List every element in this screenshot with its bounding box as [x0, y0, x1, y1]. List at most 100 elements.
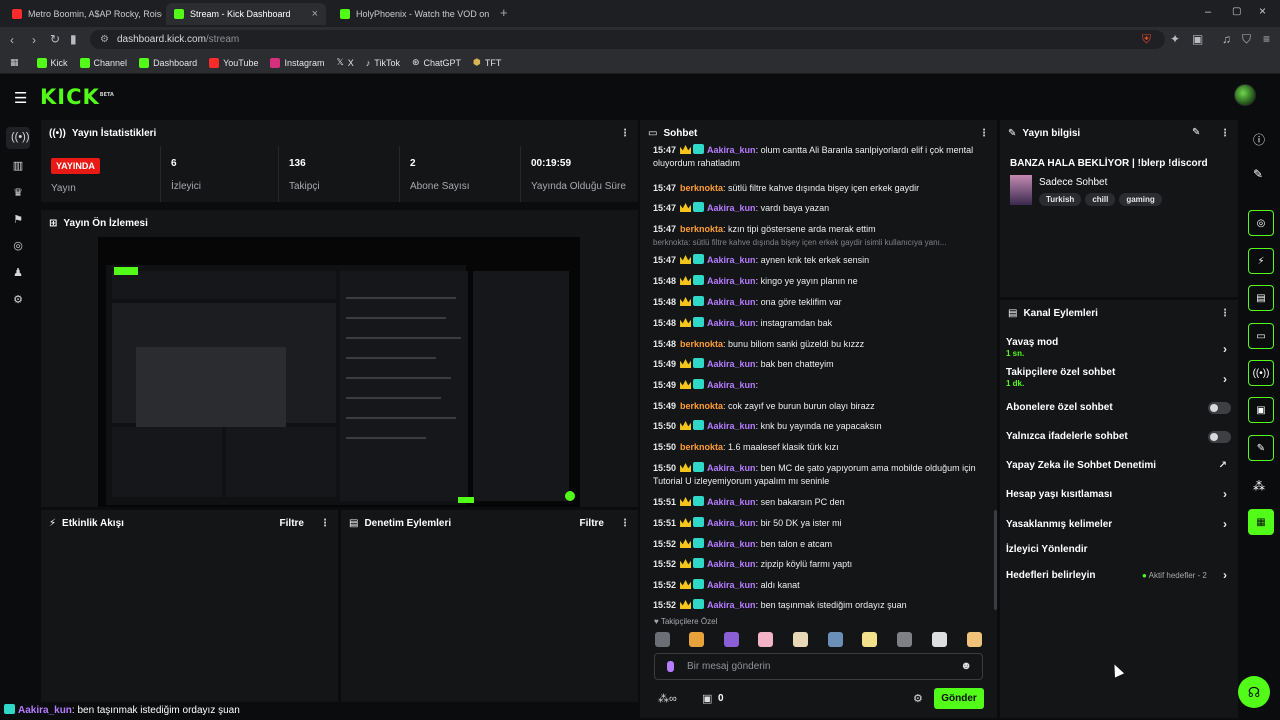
tag[interactable]: Turkish: [1039, 193, 1082, 206]
category-name[interactable]: Sadece Sohbet: [1039, 177, 1107, 188]
apps-grid-icon[interactable]: ▦: [10, 57, 19, 68]
chat-users-icon[interactable]: ⁂∞: [658, 692, 677, 705]
tab-holyphoenix[interactable]: HolyPhoenix - Watch the VOD on Kick: [332, 3, 492, 25]
action-account-age[interactable]: Hesap yaşı kısıtlaması ›: [1006, 487, 1231, 501]
filter-button[interactable]: Filtre: [580, 518, 604, 529]
bookmark-channel[interactable]: Channel: [79, 57, 127, 68]
action-ai-moderation[interactable]: Yapay Zeka ile Sohbet Denetimi ↗: [1006, 460, 1231, 471]
music-icon[interactable]: ♫: [1222, 32, 1231, 46]
bookmark-tft[interactable]: ⬢ TFT: [473, 57, 501, 68]
bookmark-dashboard[interactable]: Dashboard: [139, 57, 197, 68]
more-options-icon[interactable]: ⋮: [1220, 128, 1230, 139]
chat-username[interactable]: Aakira_kun: [707, 318, 756, 328]
emote-icon[interactable]: [724, 632, 739, 647]
chat-username[interactable]: Aakira_kun: [707, 497, 756, 507]
reply-preview[interactable]: berknokta: sütlü filtre kahve dışında bi…: [653, 238, 993, 247]
quick-actions-icon[interactable]: ⚡: [1248, 248, 1274, 274]
chat-username[interactable]: Aakira_kun: [707, 463, 756, 473]
hamburger-menu-icon[interactable]: ☰: [14, 89, 27, 107]
forward-icon[interactable]: ›: [32, 33, 36, 47]
more-options-icon[interactable]: ⋮: [1220, 308, 1230, 319]
stream-preview-video[interactable]: [98, 237, 580, 507]
tag[interactable]: chill: [1085, 193, 1116, 206]
emoji-picker-icon[interactable]: ☻: [960, 660, 972, 672]
bookmark-youtube[interactable]: YouTube: [209, 57, 258, 68]
moderation-log-icon[interactable]: ▣: [1248, 397, 1274, 423]
action-host-redirect[interactable]: İzleyici Yönlendir: [1006, 544, 1231, 555]
chat-username[interactable]: Aakira_kun: [707, 559, 756, 569]
add-widget-icon[interactable]: ▦: [1248, 509, 1274, 535]
chat-username[interactable]: Aakira_kun: [707, 539, 756, 549]
kick-logo[interactable]: KICKBETA: [40, 85, 114, 109]
extensions-icon[interactable]: ✦: [1170, 32, 1180, 46]
chat-username[interactable]: berknokta: [680, 183, 723, 193]
more-options-icon[interactable]: ⋮: [620, 128, 630, 139]
chat-username[interactable]: berknokta: [680, 442, 723, 452]
emote-icon[interactable]: [897, 632, 912, 647]
chat-username[interactable]: berknokta: [680, 224, 723, 234]
back-icon[interactable]: ‹: [10, 33, 14, 47]
chat-username[interactable]: Aakira_kun: [707, 255, 756, 265]
broadcast-toggle-icon[interactable]: ((•)): [1248, 360, 1274, 386]
settings-gear-icon[interactable]: ⚙: [11, 293, 25, 307]
moderation-icon[interactable]: ◎: [11, 239, 25, 253]
menu-icon[interactable]: ≡: [1263, 32, 1270, 46]
notes-icon[interactable]: ▤: [1248, 285, 1274, 311]
site-settings-icon[interactable]: ⚙: [100, 34, 109, 45]
emote-icon[interactable]: [828, 632, 843, 647]
trophy-icon[interactable]: ♛: [11, 186, 25, 200]
emotes-only-toggle[interactable]: [1208, 431, 1231, 443]
sidebar-icon[interactable]: ▣: [1192, 32, 1203, 46]
chat-username[interactable]: Aakira_kun: [707, 580, 756, 590]
minimize-icon[interactable]: –: [1205, 6, 1211, 18]
send-button[interactable]: Gönder: [934, 688, 984, 709]
chat-username[interactable]: Aakira_kun: [707, 380, 756, 390]
bookmark-kick[interactable]: Kick: [36, 57, 68, 68]
bookmark-x[interactable]: 𝕏X: [337, 57, 354, 68]
action-followers-only[interactable]: Takipçilere özel sohbet 1 dk. ›: [1006, 367, 1231, 391]
category-thumbnail[interactable]: [1010, 175, 1032, 205]
action-subscribers-only[interactable]: Abonelere özel sohbet: [1006, 402, 1231, 414]
chat-username[interactable]: Aakira_kun: [707, 359, 756, 369]
gift-icon[interactable]: ▣: [702, 692, 712, 705]
emote-icon[interactable]: [689, 632, 704, 647]
brave-shield-icon[interactable]: ⛨: [1142, 32, 1151, 47]
bookmark-tiktok[interactable]: ♪ TikTok: [366, 58, 400, 68]
analytics-icon[interactable]: ▥: [11, 159, 25, 173]
chat-settings-gear-icon[interactable]: ⚙: [913, 692, 923, 705]
action-slow-mode[interactable]: Yavaş mod 1 sn. ›: [1006, 337, 1231, 361]
emote-icon[interactable]: [655, 632, 670, 647]
more-options-icon[interactable]: ⋮: [979, 128, 989, 139]
bookmark-icon[interactable]: ▮: [70, 32, 77, 46]
action-set-goals[interactable]: Hedefleri belirleyin ● Aktif hedefler - …: [1006, 568, 1231, 582]
bookmark-chatgpt[interactable]: ⊛ ChatGPT: [412, 57, 461, 68]
vpn-icon[interactable]: ⛉: [1242, 32, 1251, 47]
emote-icon[interactable]: [758, 632, 773, 647]
stream-broadcast-icon[interactable]: ((•)): [11, 131, 30, 145]
tab-youtube[interactable]: Metro Boomin, A$AP Rocky, Roisee: [4, 3, 162, 25]
bookmark-instagram[interactable]: Instagram: [270, 57, 325, 68]
preview-toggle-icon[interactable]: ◎: [1248, 210, 1274, 236]
emote-icon[interactable]: [793, 632, 808, 647]
more-options-icon[interactable]: ⋮: [620, 518, 630, 529]
new-tab-icon[interactable]: +: [500, 5, 508, 20]
community-icon[interactable]: ⚑: [11, 213, 25, 227]
chat-username[interactable]: Aakira_kun: [707, 203, 756, 213]
chat-username[interactable]: Aakira_kun: [707, 297, 756, 307]
chat-username[interactable]: Aakira_kun: [18, 705, 72, 716]
emote-icon[interactable]: [932, 632, 947, 647]
maximize-icon[interactable]: ▢: [1232, 6, 1241, 17]
emote-icon[interactable]: [967, 632, 982, 647]
chat-username[interactable]: Aakira_kun: [707, 276, 756, 286]
info-icon[interactable]: ⓘ: [1253, 131, 1265, 148]
chat-username[interactable]: Aakira_kun: [707, 518, 756, 528]
action-emotes-only[interactable]: Yalnızca ifadelerle sohbet: [1006, 431, 1231, 443]
edit-pencil-icon[interactable]: ✎: [1253, 167, 1263, 181]
emote-icon[interactable]: [862, 632, 877, 647]
user-color-icon[interactable]: [667, 661, 674, 672]
help-chat-button[interactable]: ☊: [1238, 676, 1270, 708]
chat-toggle-icon[interactable]: ▭: [1248, 323, 1274, 349]
tag[interactable]: gaming: [1119, 193, 1162, 206]
chat-message-input[interactable]: Bir mesaj gönderin ☻: [654, 653, 983, 680]
tab-kick-dashboard[interactable]: Stream - Kick Dashboard ×: [166, 3, 326, 25]
